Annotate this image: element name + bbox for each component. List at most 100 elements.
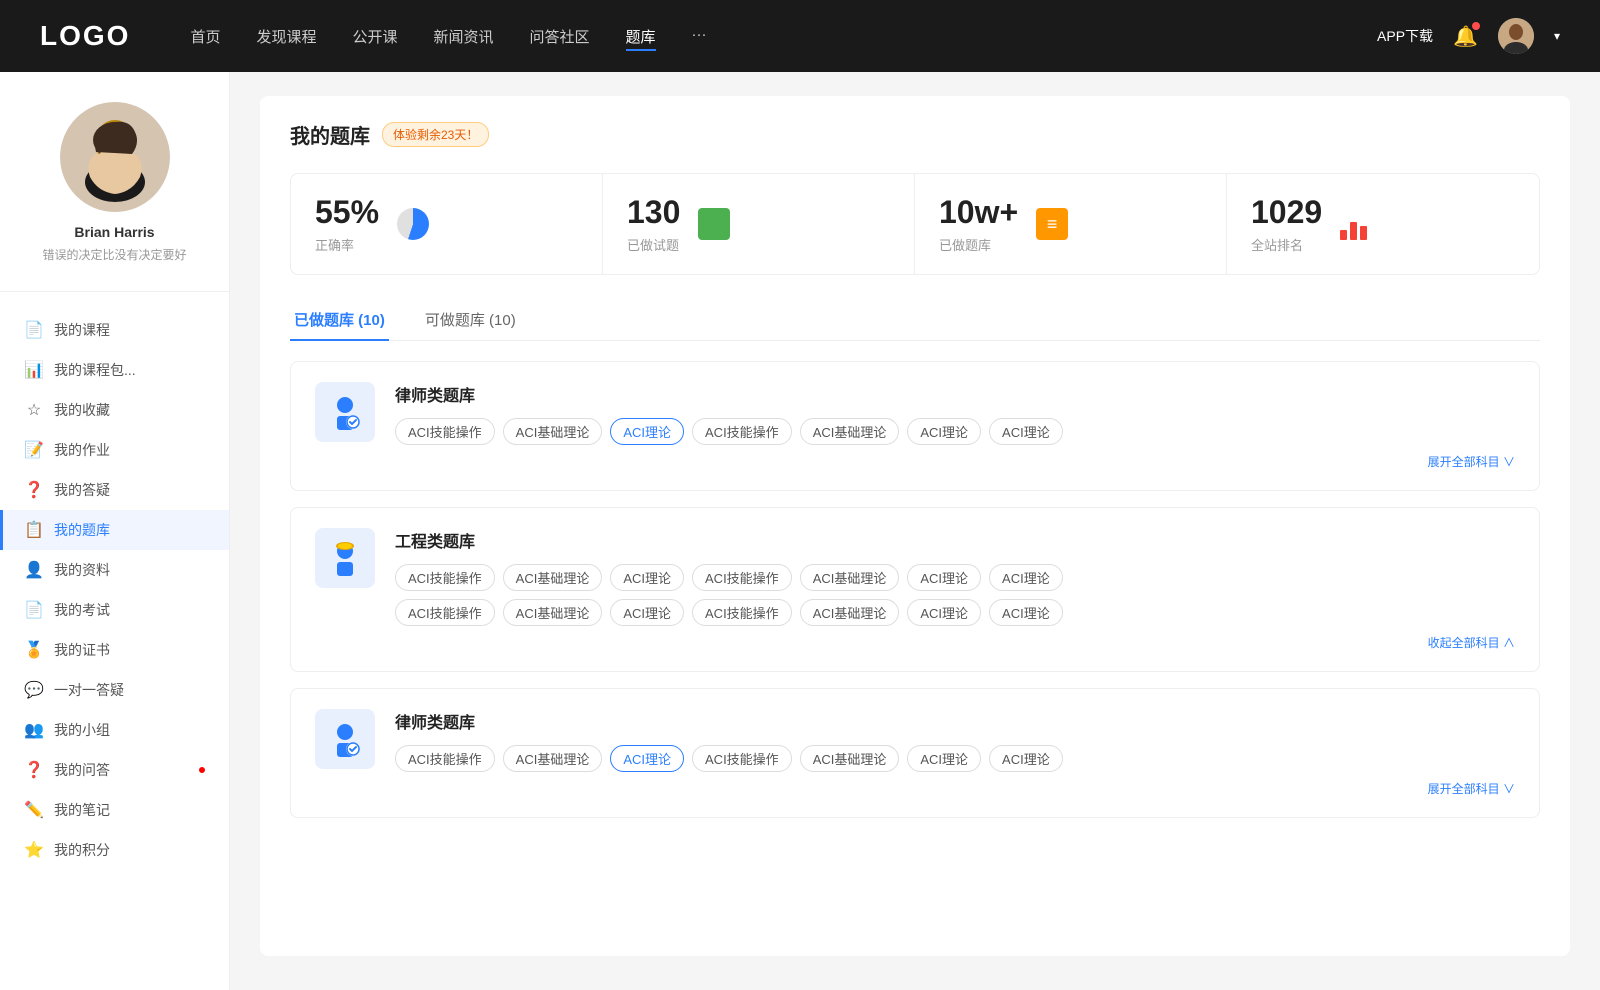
profile-icon: 👤 bbox=[24, 560, 44, 580]
qbank-tag-4[interactable]: ACI基础理论 bbox=[800, 418, 900, 445]
eng-tag-3[interactable]: ACI技能操作 bbox=[692, 564, 792, 591]
eng-tag-12[interactable]: ACI理论 bbox=[907, 599, 981, 626]
qbank-collapse-engineer[interactable]: 收起全部科目 ∧ bbox=[395, 634, 1515, 651]
eng-tag-8[interactable]: ACI基础理论 bbox=[503, 599, 603, 626]
qbank-tag-1[interactable]: ACI基础理论 bbox=[503, 418, 603, 445]
avatar[interactable] bbox=[1498, 18, 1534, 54]
nav-questions[interactable]: 题库 bbox=[626, 22, 656, 51]
eng-tag-4[interactable]: ACI基础理论 bbox=[800, 564, 900, 591]
law2-tag-6[interactable]: ACI理论 bbox=[989, 745, 1063, 772]
tab-available[interactable]: 可做题库 (10) bbox=[421, 299, 520, 340]
qbank-tag-0[interactable]: ACI技能操作 bbox=[395, 418, 495, 445]
stat-accuracy-text: 55% 正确率 bbox=[315, 194, 379, 254]
user-menu-chevron[interactable]: ▾ bbox=[1554, 29, 1560, 43]
stats-row: 55% 正确率 130 已做试题 bbox=[290, 173, 1540, 275]
law2-tag-4[interactable]: ACI基础理论 bbox=[800, 745, 900, 772]
sidebar-item-group[interactable]: 👥 我的小组 bbox=[0, 710, 229, 750]
eng-tag-6[interactable]: ACI理论 bbox=[989, 564, 1063, 591]
sidebar-questionbank-label: 我的题库 bbox=[54, 520, 205, 540]
stat-questions-done: 130 已做试题 bbox=[603, 174, 915, 274]
sidebar-avatar bbox=[60, 102, 170, 212]
main-content: 我的题库 体验剩余23天！ 55% 正确率 bbox=[230, 72, 1600, 990]
sidebar-item-notes[interactable]: ✏️ 我的笔记 bbox=[0, 790, 229, 830]
law2-tag-0[interactable]: ACI技能操作 bbox=[395, 745, 495, 772]
eng-tag-11[interactable]: ACI基础理论 bbox=[800, 599, 900, 626]
sidebar-tutoring-label: 一对一答疑 bbox=[54, 680, 205, 700]
sidebar-item-exam[interactable]: 📄 我的考试 bbox=[0, 590, 229, 630]
stat-ranking-label: 全站排名 bbox=[1251, 235, 1322, 254]
sidebar-item-qa[interactable]: ❓ 我的答疑 bbox=[0, 470, 229, 510]
favorites-icon: ☆ bbox=[24, 400, 44, 420]
eng-tag-13[interactable]: ACI理论 bbox=[989, 599, 1063, 626]
course-icon: 📄 bbox=[24, 320, 44, 340]
points-icon: ⭐ bbox=[24, 840, 44, 860]
law2-tag-5[interactable]: ACI理论 bbox=[907, 745, 981, 772]
nav-opencourse[interactable]: 公开课 bbox=[352, 22, 397, 51]
qbank-icon-engineer bbox=[315, 528, 375, 588]
sidebar-notes-label: 我的笔记 bbox=[54, 800, 205, 820]
sidebar-item-myqa[interactable]: ❓ 我的问答 bbox=[0, 750, 229, 790]
sidebar-item-homework[interactable]: 📝 我的作业 bbox=[0, 430, 229, 470]
list-lines bbox=[708, 211, 720, 237]
nav-more[interactable]: ··· bbox=[692, 22, 707, 51]
eng-tag-5[interactable]: ACI理论 bbox=[907, 564, 981, 591]
eng-tag-1[interactable]: ACI基础理论 bbox=[503, 564, 603, 591]
sidebar-item-course[interactable]: 📄 我的课程 bbox=[0, 310, 229, 350]
sidebar-profile-label: 我的资料 bbox=[54, 560, 205, 580]
law2-tag-2[interactable]: ACI理论 bbox=[610, 745, 684, 772]
sidebar-course-label: 我的课程 bbox=[54, 320, 205, 340]
sidebar-item-profile[interactable]: 👤 我的资料 bbox=[0, 550, 229, 590]
sidebar-item-favorites[interactable]: ☆ 我的收藏 bbox=[0, 390, 229, 430]
pie-chart bbox=[397, 208, 429, 240]
sidebar-exam-label: 我的考试 bbox=[54, 600, 205, 620]
main-inner: 我的题库 体验剩余23天！ 55% 正确率 bbox=[260, 96, 1570, 956]
qbank-content-lawyer-2: 律师类题库 ACI技能操作 ACI基础理论 ACI理论 ACI技能操作 ACI基… bbox=[395, 709, 1515, 797]
qbank-tag-5[interactable]: ACI理论 bbox=[907, 418, 981, 445]
stat-banks-text: 10w+ 已做题库 bbox=[939, 194, 1018, 254]
qbank-expand-lawyer-2[interactable]: 展开全部科目 ∨ bbox=[395, 780, 1515, 797]
sidebar-certificate-label: 我的证书 bbox=[54, 640, 205, 660]
law2-tag-3[interactable]: ACI技能操作 bbox=[692, 745, 792, 772]
notification-bell[interactable]: 🔔 bbox=[1453, 24, 1478, 49]
page-header: 我的题库 体验剩余23天！ bbox=[290, 120, 1540, 149]
qbank-expand-lawyer-1[interactable]: 展开全部科目 ∨ bbox=[395, 453, 1515, 470]
stat-banks-done: 10w+ 已做题库 ≡ bbox=[915, 174, 1227, 274]
course-pack-icon: 📊 bbox=[24, 360, 44, 380]
sidebar-item-points[interactable]: ⭐ 我的积分 bbox=[0, 830, 229, 870]
qbank-tag-3[interactable]: ACI技能操作 bbox=[692, 418, 792, 445]
tab-done[interactable]: 已做题库 (10) bbox=[290, 299, 389, 340]
trial-badge: 体验剩余23天！ bbox=[382, 122, 489, 147]
qbank-tag-2[interactable]: ACI理论 bbox=[610, 418, 684, 445]
nav-discover[interactable]: 发现课程 bbox=[256, 22, 316, 51]
sidebar-item-tutoring[interactable]: 💬 一对一答疑 bbox=[0, 670, 229, 710]
questions-list-icon bbox=[696, 206, 732, 242]
engineer-icon bbox=[325, 538, 365, 578]
qbank-tags-lawyer-2: ACI技能操作 ACI基础理论 ACI理论 ACI技能操作 ACI基础理论 AC… bbox=[395, 745, 1515, 772]
navbar-right: APP下载 🔔 ▾ bbox=[1377, 18, 1560, 54]
qbank-content-lawyer-1: 律师类题库 ACI技能操作 ACI基础理论 ACI理论 ACI技能操作 ACI基… bbox=[395, 382, 1515, 470]
sidebar-item-certificate[interactable]: 🏅 我的证书 bbox=[0, 630, 229, 670]
eng-tag-7[interactable]: ACI技能操作 bbox=[395, 599, 495, 626]
stat-banks-label: 已做题库 bbox=[939, 235, 1018, 254]
eng-tag-0[interactable]: ACI技能操作 bbox=[395, 564, 495, 591]
nav-home[interactable]: 首页 bbox=[190, 22, 220, 51]
nav-news[interactable]: 新闻资讯 bbox=[434, 22, 494, 51]
questionbank-icon: 📋 bbox=[24, 520, 44, 540]
sidebar-item-questionbank[interactable]: 📋 我的题库 bbox=[0, 510, 229, 550]
nav-qa[interactable]: 问答社区 bbox=[530, 22, 590, 51]
eng-tag-2[interactable]: ACI理论 bbox=[610, 564, 684, 591]
myqa-icon: ❓ bbox=[24, 760, 44, 780]
sidebar-points-label: 我的积分 bbox=[54, 840, 205, 860]
sidebar-qa-label: 我的答疑 bbox=[54, 480, 205, 500]
stat-accuracy: 55% 正确率 bbox=[291, 174, 603, 274]
app-download-button[interactable]: APP下载 bbox=[1377, 26, 1433, 46]
sidebar-item-course-pack[interactable]: 📊 我的课程包... bbox=[0, 350, 229, 390]
book-icon: ≡ bbox=[1036, 208, 1068, 240]
law2-tag-1[interactable]: ACI基础理论 bbox=[503, 745, 603, 772]
notification-dot bbox=[1472, 22, 1480, 30]
stat-accuracy-value: 55% bbox=[315, 194, 379, 231]
eng-tag-9[interactable]: ACI理论 bbox=[610, 599, 684, 626]
eng-tag-10[interactable]: ACI技能操作 bbox=[692, 599, 792, 626]
qbank-tag-6[interactable]: ACI理论 bbox=[989, 418, 1063, 445]
sidebar-divider bbox=[0, 291, 229, 292]
